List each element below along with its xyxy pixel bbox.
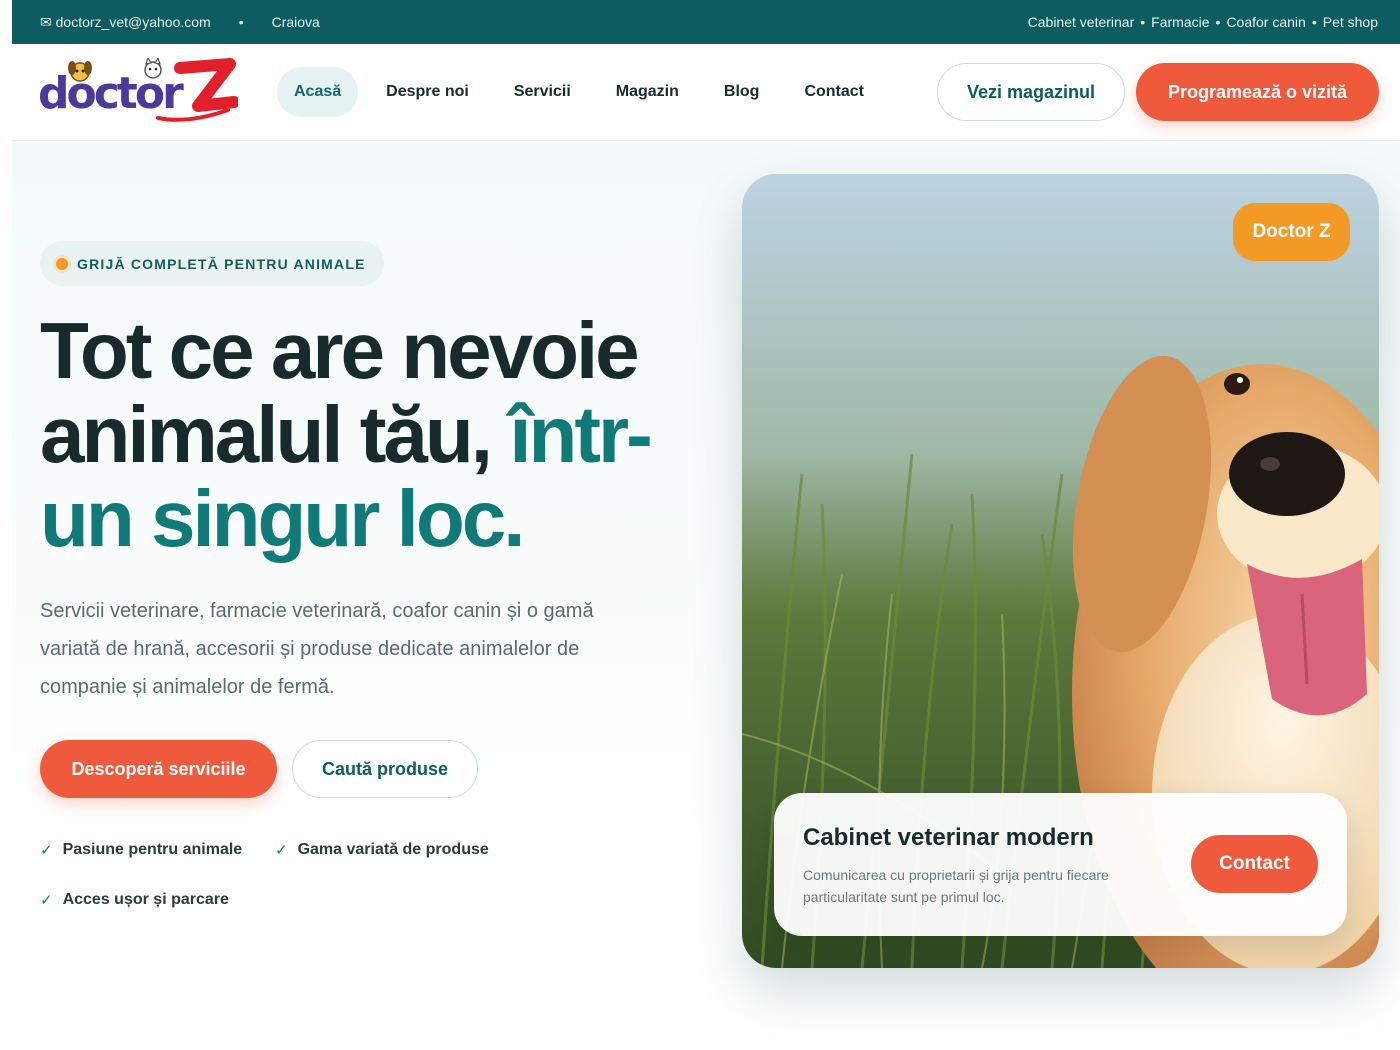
feature-label: Acces ușor și parcare [62, 891, 229, 908]
feature-item: ✓ Acces ușor și parcare [40, 891, 229, 909]
services-list: Cabinet veterinar • Farmacie • Coafor ca… [1028, 14, 1378, 30]
nav-acasa[interactable]: Acasă [277, 67, 359, 117]
hero-title: Tot ce are nevoie animalul tău, într-un … [40, 309, 680, 561]
main-navigation: Acasă Despre noi Servicii Magazin Blog C… [277, 67, 892, 117]
nav-blog[interactable]: Blog [707, 67, 777, 117]
discover-services-button[interactable]: Descoperă serviciile [40, 740, 277, 798]
top-info-bar: ✉ doctorz_vet@yahoo.com • Craiova Cabine… [12, 0, 1400, 44]
info-card-description: Comunicarea cu proprietarii și grija pen… [803, 867, 1109, 905]
service-separator: • [1311, 14, 1317, 30]
hero-section: GRIJĂ COMPLETĂ PENTRU ANIMALE Tot ce are… [12, 141, 1400, 1050]
doctorz-logo[interactable]: doctor [38, 58, 238, 128]
svg-text:doctor: doctor [38, 68, 184, 119]
hero-badge: GRIJĂ COMPLETĂ PENTRU ANIMALE [40, 241, 384, 286]
nav-servicii[interactable]: Servicii [497, 67, 588, 117]
nav-despre-noi[interactable]: Despre noi [369, 67, 486, 117]
check-icon: ✓ [40, 842, 53, 859]
nav-magazin[interactable]: Magazin [599, 67, 696, 117]
search-products-button[interactable]: Caută produse [292, 740, 478, 798]
location-city: Craiova [271, 14, 320, 30]
feature-label: Gama variată de produse [297, 841, 489, 858]
service-farmacie: Farmacie [1151, 14, 1210, 30]
brand-pill: Doctor Z [1233, 203, 1350, 261]
check-icon: ✓ [275, 842, 288, 859]
badge-dot-icon [56, 257, 68, 270]
contact-button[interactable]: Contact [1191, 835, 1318, 893]
hero-image-card: Doctor Z Cabinet veterinar modern Comuni… [742, 174, 1379, 968]
site-header: doctor Acasă Despre noi Servicii Magazin… [12, 44, 1400, 141]
book-visit-button[interactable]: Programează o vizită [1136, 63, 1379, 121]
shop-button[interactable]: Vezi magazinul [937, 63, 1125, 121]
service-cabinet: Cabinet veterinar [1027, 14, 1135, 30]
check-icon: ✓ [40, 892, 53, 909]
info-card-title: Cabinet veterinar modern [803, 824, 1094, 851]
service-separator: • [1140, 14, 1146, 30]
info-card: Cabinet veterinar modern Comunicarea cu … [774, 793, 1347, 936]
hero-description: Servicii veterinare, farmacie veterinară… [40, 600, 594, 698]
service-separator: • [1215, 14, 1221, 30]
feature-item: ✓ Pasiune pentru animale [40, 841, 242, 859]
feature-item: ✓ Gama variată de produse [275, 841, 489, 859]
service-coafor: Coafor canin [1226, 14, 1306, 30]
service-petshop: Pet shop [1322, 14, 1378, 30]
feature-label: Pasiune pentru animale [62, 841, 243, 858]
nav-contact[interactable]: Contact [787, 67, 881, 117]
topbar-dot: • [238, 14, 244, 30]
contact-email[interactable]: ✉ doctorz_vet@yahoo.com [40, 14, 211, 31]
badge-label: GRIJĂ COMPLETĂ PENTRU ANIMALE [77, 255, 366, 272]
